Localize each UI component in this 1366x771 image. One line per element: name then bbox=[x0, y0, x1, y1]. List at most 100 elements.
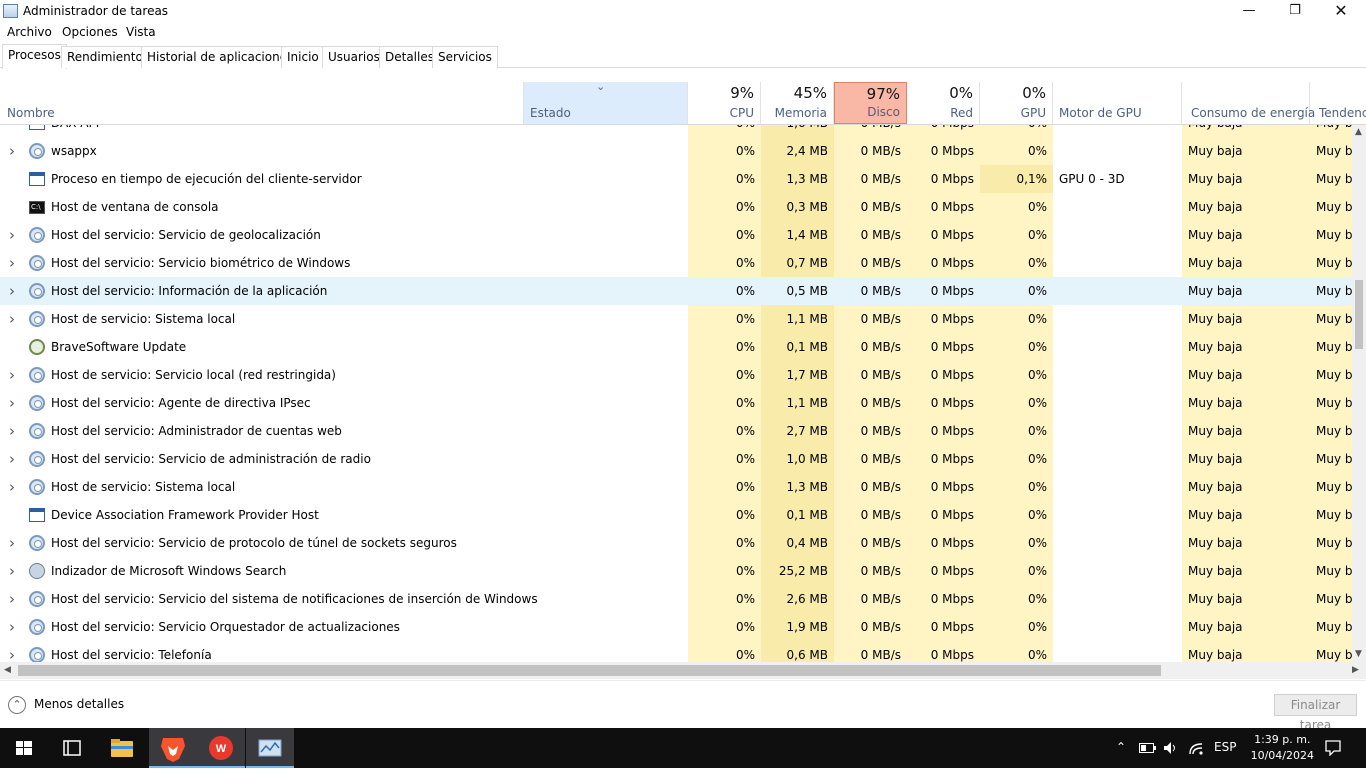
table-row[interactable]: › Host del servicio: Servicio de administ… bbox=[0, 445, 1352, 473]
volume-icon[interactable] bbox=[1163, 741, 1179, 755]
horizontal-scrollbar[interactable]: ◀ ▶ bbox=[0, 662, 1366, 679]
table-row[interactable]: BraveSoftware Update 0% 0,1 MB 0 MB/s 0 Mbps… bbox=[0, 333, 1352, 361]
clock[interactable]: 1:39 p. m. 10/04/2024 bbox=[1251, 732, 1314, 764]
tab-rendimiento[interactable]: Rendimiento bbox=[61, 46, 149, 68]
task-view-button[interactable] bbox=[48, 728, 96, 768]
col-disco[interactable]: 97% Disco bbox=[834, 82, 907, 124]
table-row[interactable]: › Host de servicio: Sistema local 0% 1,1 MB… bbox=[0, 305, 1352, 333]
col-motor-gpu[interactable]: Motor de GPU bbox=[1053, 82, 1182, 124]
col-memoria[interactable]: 45% Memoria bbox=[761, 82, 834, 124]
vertical-scroll-thumb[interactable] bbox=[1355, 280, 1363, 349]
cpu-value: 0% bbox=[735, 228, 755, 242]
minimize-button[interactable]: — bbox=[1226, 0, 1272, 23]
disk-value: 0 MB/s bbox=[860, 172, 901, 186]
menu-vista[interactable]: Vista bbox=[126, 25, 156, 39]
chevron-up-icon[interactable]: ⌃ bbox=[8, 696, 26, 714]
brave-browser-button[interactable] bbox=[149, 728, 197, 768]
expand-chevron-icon[interactable]: › bbox=[9, 417, 15, 445]
expand-chevron-icon[interactable]: › bbox=[9, 557, 15, 585]
restore-button[interactable]: ❐ bbox=[1272, 0, 1318, 23]
horizontal-scroll-thumb[interactable] bbox=[18, 665, 1161, 676]
expand-chevron-icon[interactable]: › bbox=[9, 305, 15, 333]
close-button[interactable]: ✕ bbox=[1318, 0, 1364, 23]
menu-archivo[interactable]: Archivo bbox=[7, 25, 52, 39]
gpu-value: 0% bbox=[980, 125, 1047, 137]
expand-chevron-icon[interactable]: › bbox=[9, 641, 15, 662]
process-name: Indizador de Microsoft Windows Search bbox=[51, 564, 287, 578]
expand-chevron-icon[interactable]: › bbox=[9, 529, 15, 557]
power-trend-value: Muy b bbox=[1316, 256, 1352, 270]
menu-opciones[interactable]: Opciones bbox=[62, 25, 118, 39]
col-consumo[interactable]: Consumo de energía bbox=[1182, 82, 1315, 124]
table-row[interactable]: › Host de servicio: Servicio local (red r… bbox=[0, 361, 1352, 389]
power-usage-value: Muy baja bbox=[1188, 125, 1243, 137]
expand-chevron-icon[interactable]: › bbox=[9, 221, 15, 249]
expand-chevron-icon[interactable]: › bbox=[9, 361, 15, 389]
table-row[interactable]: Proceso en tiempo de ejecución del clien… bbox=[0, 165, 1352, 193]
expand-chevron-icon[interactable]: › bbox=[9, 585, 15, 613]
disk-value: 0 MB/s bbox=[860, 396, 901, 410]
tab-servicios[interactable]: Servicios bbox=[432, 46, 498, 68]
col-red[interactable]: 0% Red bbox=[907, 82, 980, 124]
wps-office-button[interactable]: W bbox=[197, 728, 245, 768]
tab-historial[interactable]: Historial de aplicaciones bbox=[141, 46, 300, 68]
task-manager-taskbar-button[interactable] bbox=[246, 728, 294, 768]
expand-chevron-icon[interactable]: › bbox=[9, 613, 15, 641]
power-usage-value: Muy baja bbox=[1188, 592, 1243, 606]
expand-chevron-icon[interactable]: › bbox=[9, 473, 15, 501]
expand-chevron-icon[interactable]: › bbox=[9, 389, 15, 417]
table-row[interactable]: C:\ Host de ventana de consola 0% 0,3 MB 0 M… bbox=[0, 193, 1352, 221]
gear-icon bbox=[29, 619, 45, 635]
scroll-left-icon[interactable]: ◀ bbox=[4, 665, 11, 675]
notifications-icon[interactable] bbox=[1325, 740, 1341, 756]
tray-chevron-up-icon[interactable]: ⌃ bbox=[1116, 740, 1126, 754]
expand-chevron-icon[interactable]: › bbox=[9, 249, 15, 277]
scroll-right-icon[interactable]: ▶ bbox=[1352, 665, 1359, 675]
tab-detalles[interactable]: Detalles bbox=[379, 46, 440, 68]
disk-value: 0 MB/s bbox=[860, 368, 901, 382]
cpu-value: 0% bbox=[735, 480, 755, 494]
tab-inicio[interactable]: Inicio bbox=[281, 46, 325, 68]
scroll-down-icon[interactable]: ▼ bbox=[1355, 649, 1362, 659]
scroll-up-icon[interactable]: ▲ bbox=[1355, 127, 1362, 137]
col-cpu[interactable]: 9% CPU bbox=[688, 82, 761, 124]
cpu-value: 0% bbox=[735, 452, 755, 466]
table-row[interactable]: › Host del servicio: Agente de directiva … bbox=[0, 389, 1352, 417]
table-row[interactable]: › Host del servicio: Servicio del sistema… bbox=[0, 585, 1352, 613]
table-row[interactable]: › Host del servicio: Servicio biométrico … bbox=[0, 249, 1352, 277]
expand-chevron-icon[interactable]: › bbox=[9, 445, 15, 473]
disk-value: 0 MB/s bbox=[860, 480, 901, 494]
expand-chevron-icon[interactable]: › bbox=[9, 137, 15, 165]
vertical-scrollbar[interactable]: ▲ ▼ bbox=[1352, 125, 1366, 662]
file-explorer-button[interactable] bbox=[98, 728, 146, 768]
col-nombre[interactable]: Nombre bbox=[0, 82, 524, 124]
network-value: 0 Mbps bbox=[930, 284, 974, 298]
language-indicator[interactable]: ESP bbox=[1214, 740, 1236, 754]
table-row[interactable]: › Host del servicio: Servicio de geolocal… bbox=[0, 221, 1352, 249]
disk-value: 0 MB/s bbox=[860, 228, 901, 242]
memory-value: 2,7 MB bbox=[786, 424, 828, 438]
table-row[interactable]: › Host del servicio: Telefonía 0% 0,6 MB 0 M… bbox=[0, 641, 1352, 662]
table-row[interactable]: › Host de servicio: Sistema local 0% 1,3 MB… bbox=[0, 473, 1352, 501]
less-details-link[interactable]: Menos detalles bbox=[34, 697, 124, 711]
table-row[interactable]: DAX API 0% 1,6 MB 0 MB/s 0 Mbps 0% Muy baja Muy… bbox=[0, 125, 1352, 137]
disk-value: 0 MB/s bbox=[860, 144, 901, 158]
table-row[interactable]: Device Association Framework Provider Ho… bbox=[0, 501, 1352, 529]
end-task-button[interactable]: Finalizar tarea bbox=[1274, 694, 1357, 732]
tab-usuarios[interactable]: Usuarios bbox=[322, 46, 386, 68]
start-button[interactable] bbox=[0, 728, 48, 768]
col-tendencia[interactable]: Tendenci bbox=[1310, 82, 1366, 124]
expand-chevron-icon[interactable]: › bbox=[9, 277, 15, 305]
table-row[interactable]: › Host del servicio: Administrador de cue… bbox=[0, 417, 1352, 445]
network-value: 0 Mbps bbox=[930, 592, 974, 606]
wifi-icon[interactable] bbox=[1188, 740, 1204, 756]
table-row[interactable]: › Host del servicio: Servicio Orquestador… bbox=[0, 613, 1352, 641]
battery-icon[interactable] bbox=[1139, 742, 1157, 754]
tab-procesos[interactable]: Procesos bbox=[2, 44, 67, 69]
table-row[interactable]: › wsappx 0% 2,4 MB 0 MB/s 0 Mbps 0% Muy baja Muy… bbox=[0, 137, 1352, 165]
table-row[interactable]: › Host del servicio: Información de la ap… bbox=[0, 277, 1352, 305]
table-row[interactable]: › Indizador de Microsoft Windows Search 0%… bbox=[0, 557, 1352, 585]
col-estado[interactable]: ⌄ Estado bbox=[524, 80, 688, 124]
table-row[interactable]: › Host del servicio: Servicio de protocol… bbox=[0, 529, 1352, 557]
col-gpu[interactable]: 0% GPU bbox=[980, 82, 1053, 124]
